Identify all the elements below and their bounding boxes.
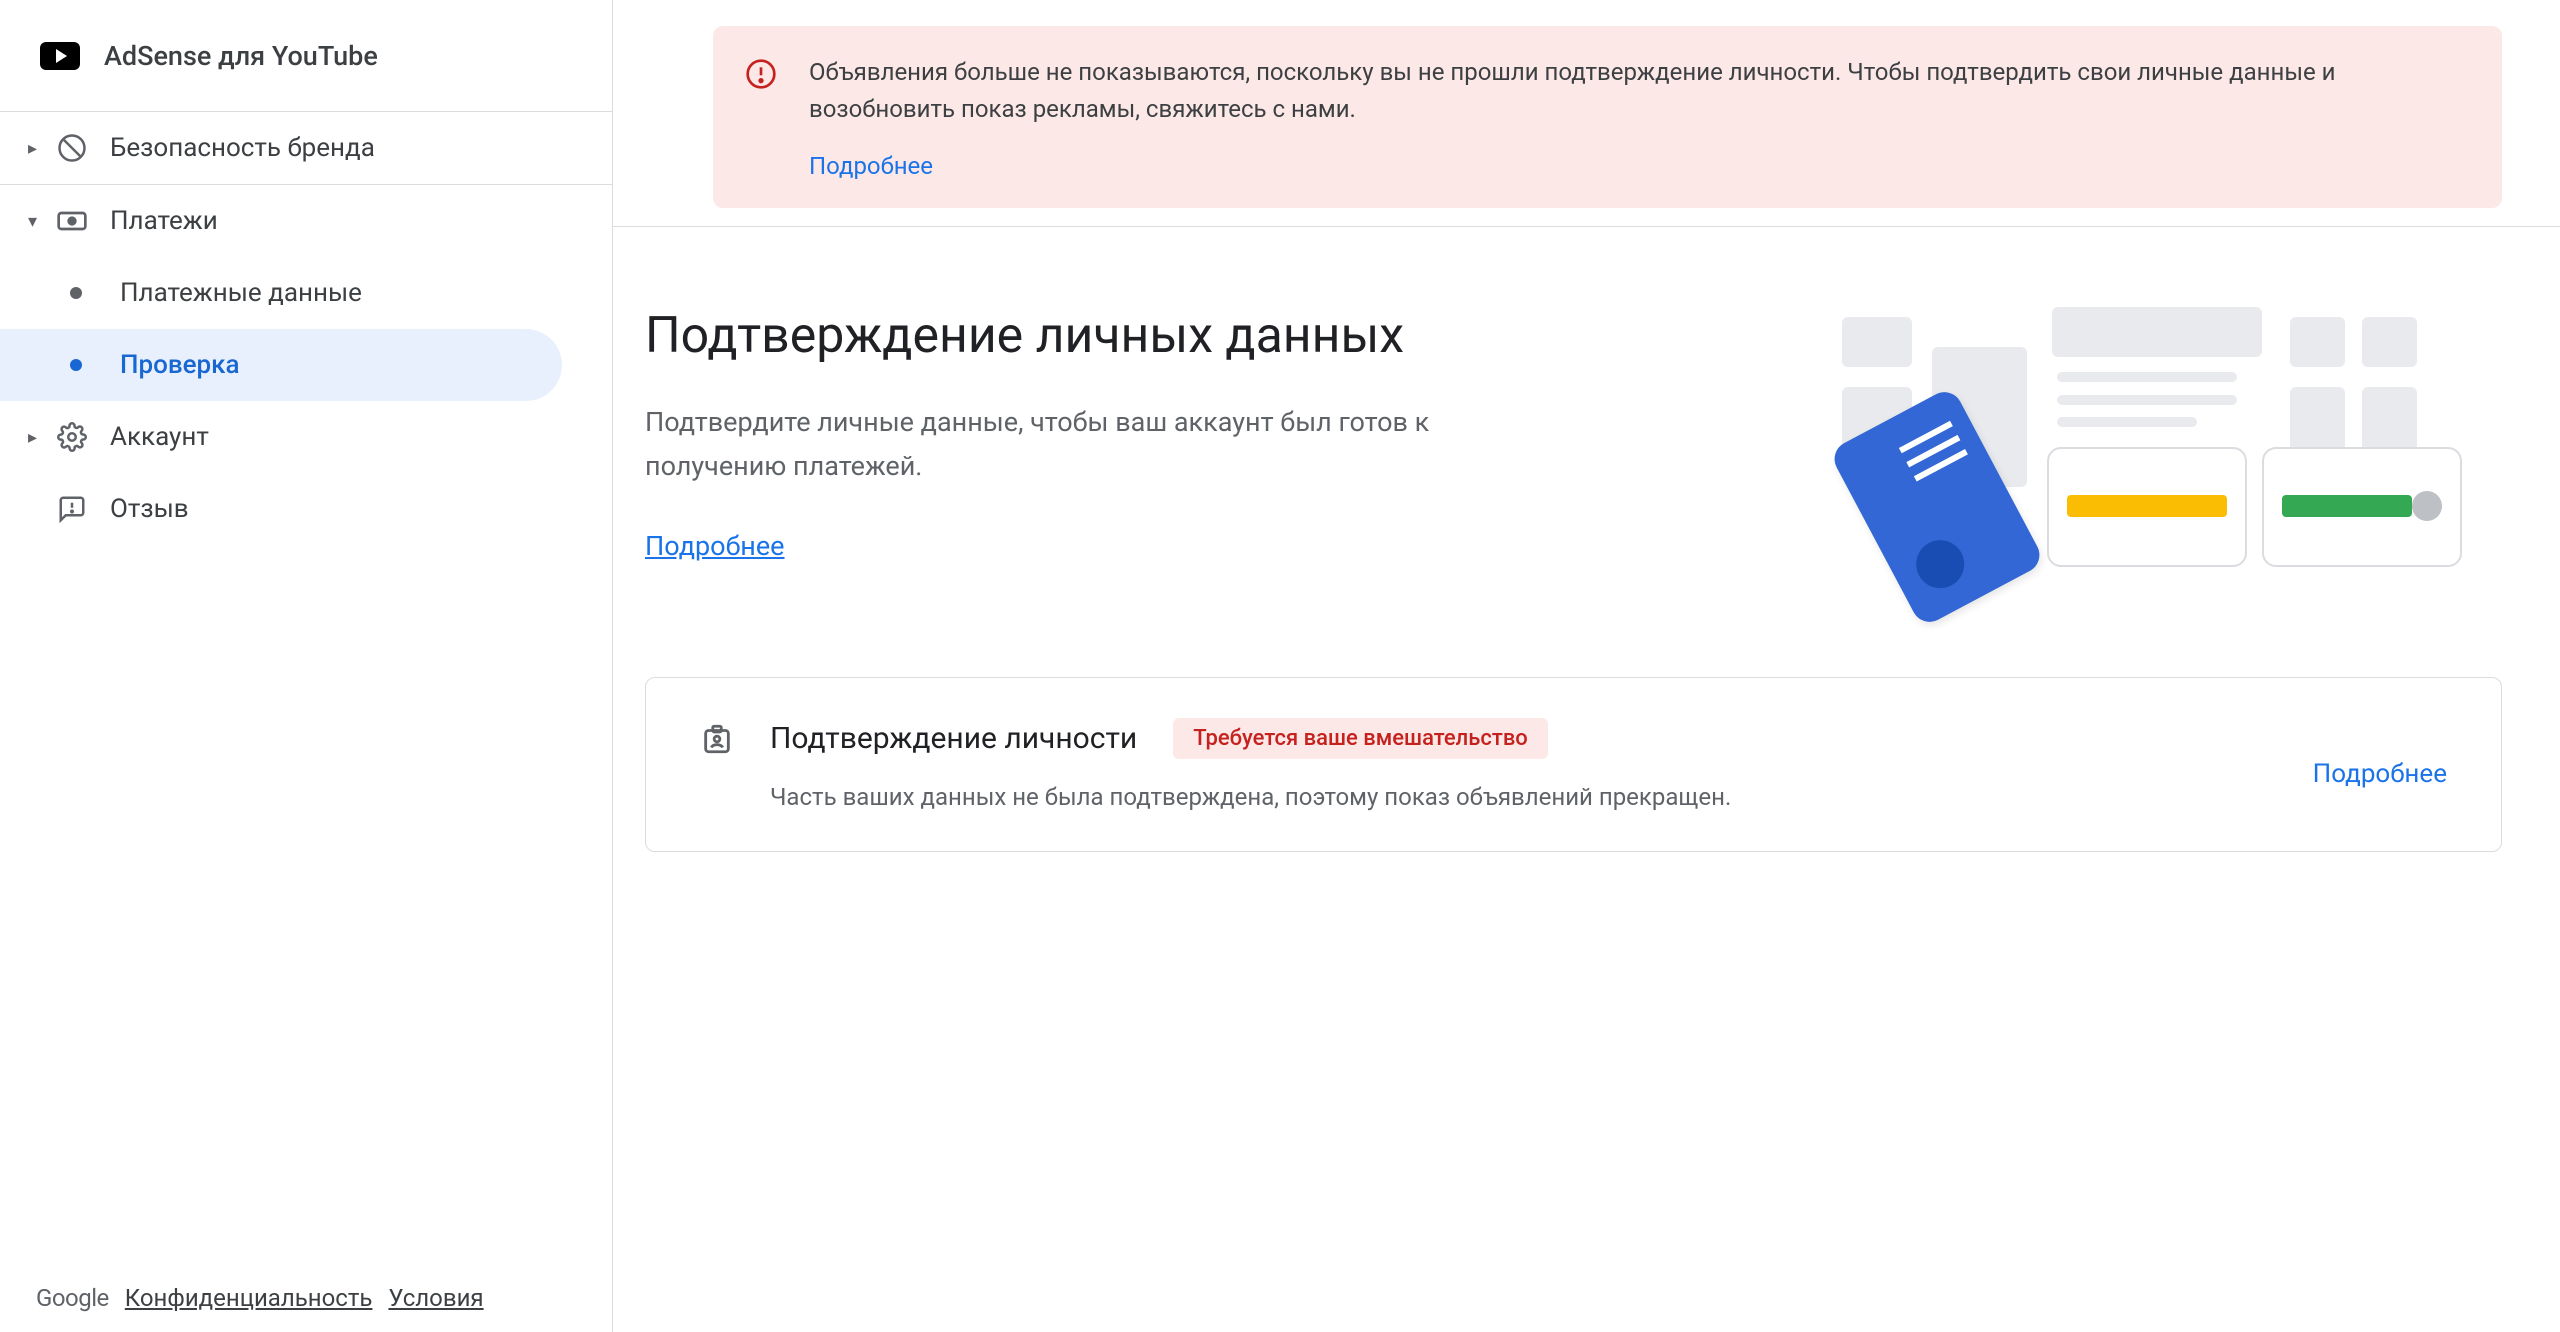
settings-icon [56,421,88,453]
nav-section: ▸ Безопасность бренда ▾ Платежи Платежны… [0,112,612,1264]
nav-verification[interactable]: Проверка [0,329,562,401]
chevron-down-icon: ▾ [28,211,48,232]
card-details-link[interactable]: Подробнее [2313,759,2447,789]
card-title: Подтверждение личности [770,721,1137,756]
alert-banner: Объявления больше не показываются, поско… [713,26,2502,208]
feedback-icon [56,493,88,525]
page-title: Подтверждение личных данных [645,307,1842,365]
bullet-icon [70,287,82,299]
payments-icon [56,205,88,237]
youtube-icon [40,42,80,70]
app-title: AdSense для YouTube [104,40,378,72]
hero-illustration [1842,307,2462,607]
chevron-right-icon: ▸ [28,427,48,448]
bullet-icon [70,359,82,371]
nav-label: Безопасность бренда [110,133,375,163]
card-description: Часть ваших данных не была подтверждена,… [770,783,2277,811]
alert-error-icon [745,58,777,90]
nav-account[interactable]: ▸ Аккаунт [0,401,612,473]
nav-label: Аккаунт [110,422,209,452]
status-badge: Требуется ваше вмешательство [1173,718,1548,759]
sidebar-header[interactable]: AdSense для YouTube [0,0,612,112]
sidebar-footer: Google Конфиденциальность Условия [0,1264,612,1332]
google-logo: Google [36,1284,109,1312]
alert-learn-more-link[interactable]: Подробнее [809,152,933,180]
block-icon [56,132,88,164]
content-area: Подтверждение личных данных Подтвердите … [613,227,2560,852]
id-badge-icon [700,722,734,756]
privacy-link[interactable]: Конфиденциальность [125,1284,373,1312]
identity-verification-card: Подтверждение личности Требуется ваше вм… [645,677,2502,852]
nav-label: Платежи [110,206,218,236]
chevron-right-icon: ▸ [28,138,48,159]
nav-label: Отзыв [110,494,189,524]
alert-content: Объявления больше не показываются, поско… [809,54,2462,180]
terms-link[interactable]: Условия [388,1284,483,1312]
nav-sub-label: Проверка [120,350,240,380]
hero-text: Подтверждение личных данных Подтвердите … [645,307,1842,561]
hero-section: Подтверждение личных данных Подтвердите … [645,307,2502,607]
alert-text: Объявления больше не показываются, поско… [809,54,2462,128]
page-subtitle: Подтвердите личные данные, чтобы ваш акк… [645,401,1465,487]
sidebar: AdSense для YouTube ▸ Безопасность бренд… [0,0,613,1332]
card-body: Подтверждение личности Требуется ваше вм… [770,718,2277,811]
main-content: Объявления больше не показываются, поско… [613,0,2560,1332]
learn-more-link[interactable]: Подробнее [645,530,784,562]
nav-sub-label: Платежные данные [120,278,362,308]
nav-payments[interactable]: ▾ Платежи [0,185,612,257]
nav-brand-safety[interactable]: ▸ Безопасность бренда [0,112,612,185]
nav-feedback[interactable]: Отзыв [0,473,612,545]
card-header: Подтверждение личности Требуется ваше вм… [770,718,2277,759]
nav-payment-info[interactable]: Платежные данные [0,257,612,329]
